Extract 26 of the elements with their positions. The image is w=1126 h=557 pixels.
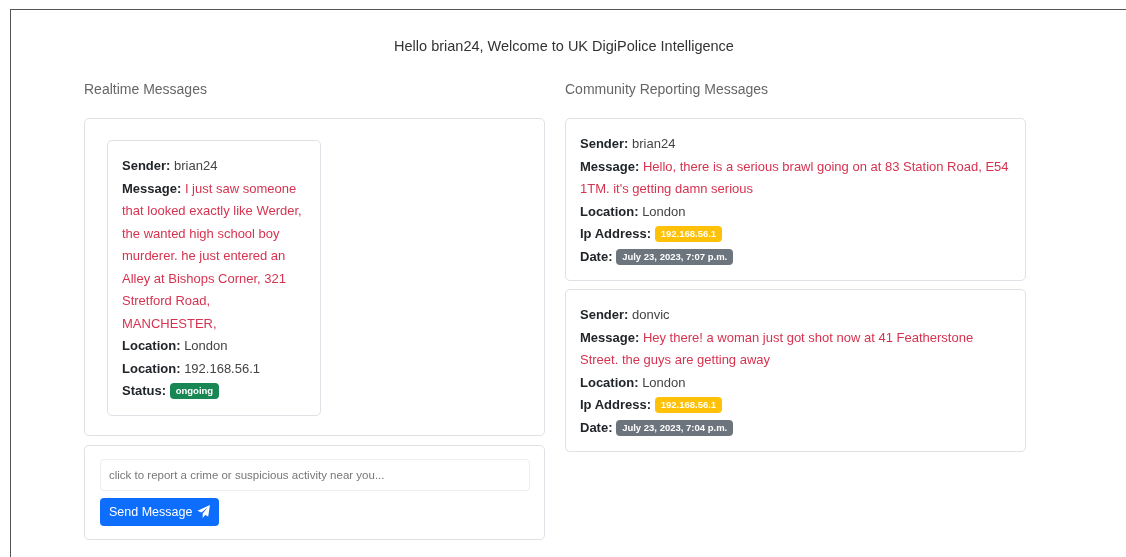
field-label: Ip Address: [580,226,652,241]
field-label: Status: [122,383,167,398]
info-field: Location: London [122,335,306,358]
field-label: Ip Address: [580,397,652,412]
message-field: Message: Hello, there is a serious brawl going on at 83 Station Road, E54 1TM. it's getting damn serious [580,155,1011,201]
field-badge: 192.168.56.1 [654,226,723,242]
field-badge: July 23, 2023, 7:04 p.m. [616,419,734,436]
send-message-button[interactable]: Send Message [100,497,220,526]
info-field: Location: London [580,200,1011,223]
field-badge: July 23, 2023, 7:07 p.m. [616,248,734,265]
info-field: Location: 192.168.56.1 [122,357,306,380]
message-field: Message: Hey there! a woman just got shot now at 41 Featherstone Street. the guys are getting away [580,326,1011,372]
message-field: Message: I just saw someone that looked exactly like Werder, the wanted high school boy murderer. he just entered an Alley at Bishops Corner, 321 Stretford Road, MANCHESTER, [122,177,306,335]
info-field: Sender: brian24 [580,133,1011,156]
info-field: Sender: brian24 [122,155,306,178]
welcome-heading: Hello brian24, Welcome to UK DigiPolice Intelligence [393,37,735,56]
field-badge: 192.168.56.1 [654,397,723,413]
field-badge: ongoing [169,383,220,399]
info-field: Location: London [580,371,1011,394]
field-label: Date: [580,248,613,264]
report-input-field[interactable]: click to report a crime or suspicious activity near you... [100,458,530,491]
paper-plane-icon [197,505,211,518]
info-field: Sender: donvic [580,304,1011,327]
section-title: Community Reporting Messages [565,80,770,99]
section-title: Realtime Messages [84,80,208,99]
field-label: Date: [580,419,613,435]
